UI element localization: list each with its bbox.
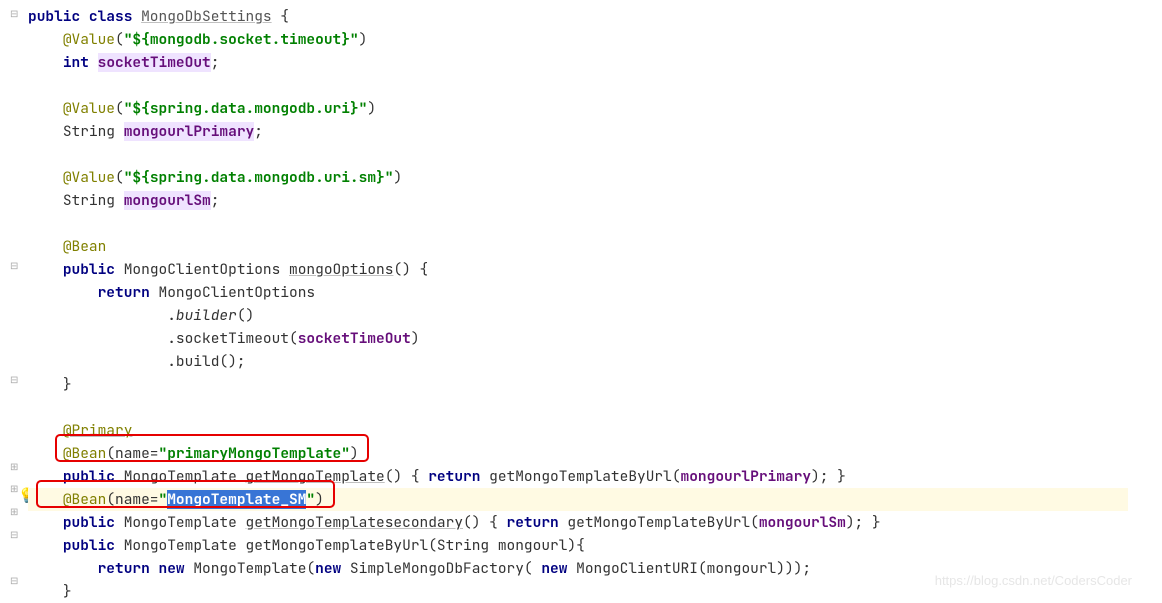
class-name: MongoDbSettings [141,7,272,26]
string: ${spring.data.mongodb.uri.sm} [132,168,384,187]
annotation: @Bean [63,237,107,256]
keyword: public [63,513,115,532]
string: primaryMongoTemplate [167,444,341,463]
keyword: public [63,467,115,486]
method-call: builder [176,306,237,325]
field: mongourlPrimary [681,467,812,486]
fold-icon[interactable]: ⊟ [10,528,18,541]
annotation: @Value [63,168,115,187]
fold-icon[interactable]: ⊟ [10,259,18,272]
field: mongourlPrimary [124,122,255,141]
method: getMongoTemplatesecondary [246,513,464,532]
fold-icon[interactable]: ⊟ [10,373,18,386]
watermark: https://blog.csdn.net/CodersCoder [935,573,1132,588]
annotation: @Bean [63,444,107,463]
string: ${mongodb.socket.timeout} [132,30,350,49]
keyword: public [63,260,115,279]
keyword: public [63,536,115,555]
fold-icon[interactable]: ⊞ [10,460,18,473]
fold-icon[interactable]: ⊟ [10,7,18,20]
field: mongourlSm [759,513,846,532]
fold-icon[interactable]: ⊟ [10,574,18,587]
fold-icon[interactable]: ⊞ [10,505,18,518]
method: mongoOptions [289,260,393,279]
field: socketTimeOut [298,329,411,348]
annotation: @Primary [63,421,133,440]
keyword: public [28,7,80,26]
keyword: return [98,283,150,302]
field: socketTimeOut [98,53,211,72]
keyword: int [63,53,89,72]
field: mongourlSm [124,191,211,210]
string: ${spring.data.mongodb.uri} [132,99,358,118]
code-editor[interactable]: public class MongoDbSettings { @Value("$… [28,5,1128,603]
brace: { [272,7,289,26]
editor-gutter: ⊟ ⊟ ⊟ ⊞ ⊞ ⊞ ⊟ ⊟ [0,0,22,596]
annotation: @Value [63,30,115,49]
string-selected: MongoTemplate_SM [167,490,306,509]
keyword: class [89,7,133,26]
annotation: @Bean [63,490,107,509]
keyword: return [98,559,150,578]
method: getMongoTemplate [246,467,385,486]
annotation: @Value [63,99,115,118]
